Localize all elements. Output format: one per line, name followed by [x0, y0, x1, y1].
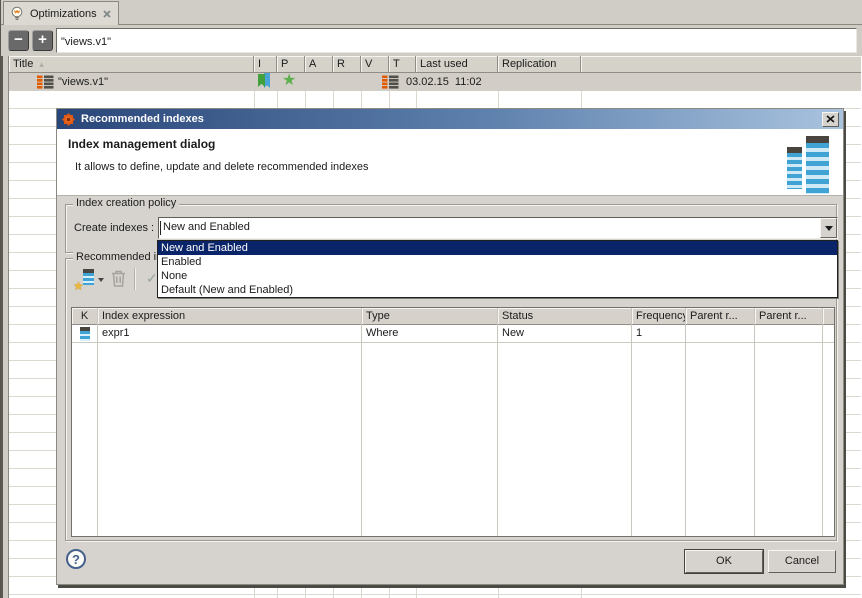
column-header-v[interactable]: V	[361, 56, 389, 73]
ok-button[interactable]: OK	[685, 550, 763, 573]
add-index-button[interactable]: ★	[74, 269, 94, 291]
bookmark-flags-icon	[257, 73, 273, 90]
help-button[interactable]: ?	[66, 549, 86, 569]
star-icon: ★	[282, 73, 296, 89]
add-filter-button[interactable]: +	[32, 30, 53, 51]
tab-strip: Optimizations	[1, 0, 862, 25]
column-header-replication[interactable]: Replication	[498, 56, 581, 73]
column-header-i[interactable]: I	[254, 56, 277, 73]
create-indexes-combobox[interactable]: New and Enabled	[158, 217, 838, 239]
create-indexes-label: Create indexes :	[74, 222, 154, 234]
col-header-type[interactable]: Type	[362, 308, 497, 325]
lightbulb-icon	[9, 6, 25, 22]
column-header-a[interactable]: A	[305, 56, 333, 73]
combobox-dropdown-button[interactable]	[820, 218, 837, 238]
recommended-indexes-group: Recommended indexes ★ ✓	[65, 258, 837, 541]
chevron-down-icon	[825, 226, 833, 235]
dropdown-option[interactable]: None	[158, 269, 837, 283]
gear-icon	[61, 112, 76, 127]
dialog-banner: Index management dialog It allows to def…	[57, 129, 843, 196]
combobox-value: New and Enabled	[163, 221, 250, 233]
col-header-k[interactable]: K	[72, 308, 97, 325]
table-icon	[37, 75, 54, 89]
grid-header: Title▴ I P A R V T Last used Replication	[9, 56, 861, 73]
tab-optimizations[interactable]: Optimizations	[3, 1, 119, 25]
index-row-status[interactable]: New	[498, 325, 631, 343]
column-header-p[interactable]: P	[277, 56, 305, 73]
remove-filter-button[interactable]: −	[8, 30, 29, 51]
index-banner-icon	[787, 132, 829, 194]
index-row-frequency[interactable]: 1	[632, 325, 685, 343]
col-header-frequency[interactable]: Frequency	[632, 308, 685, 325]
dropdown-option[interactable]: New and Enabled	[158, 241, 837, 255]
index-icon	[83, 269, 94, 285]
index-icon	[80, 327, 90, 341]
index-row-expression[interactable]: expr1	[98, 325, 361, 343]
index-row-type[interactable]: Where	[362, 325, 497, 343]
cancel-button[interactable]: Cancel	[768, 550, 836, 573]
tab-label: Optimizations	[30, 8, 97, 20]
table-row[interactable]: "views.v1" ★ 03.02.15 11:02	[9, 73, 861, 91]
dialog-heading: Index management dialog	[68, 137, 215, 151]
dialog-body: Index creation policy Create indexes : N…	[57, 197, 843, 584]
row-title: "views.v1"	[58, 76, 108, 88]
row-last-used: 03.02.15 11:02	[406, 76, 482, 88]
index-row-parent2[interactable]	[755, 325, 822, 343]
tab-close-icon[interactable]	[102, 9, 112, 19]
dropdown-option[interactable]: Default (New and Enabled)	[158, 283, 837, 297]
create-indexes-dropdown-list: New and Enabled Enabled None Default (Ne…	[157, 240, 838, 298]
close-icon	[826, 115, 835, 123]
filter-input[interactable]	[56, 28, 857, 53]
col-header-status[interactable]: Status	[498, 308, 631, 325]
column-header-t[interactable]: T	[389, 56, 416, 73]
table-icon	[382, 75, 399, 89]
toolbar-separator	[134, 268, 135, 290]
col-header-parent1[interactable]: Parent r...	[686, 308, 754, 325]
column-header-title[interactable]: Title▴	[9, 56, 254, 73]
col-header-expression[interactable]: Index expression	[98, 308, 361, 325]
dialog-close-button[interactable]	[822, 112, 839, 127]
add-index-menu-arrow[interactable]	[98, 278, 104, 285]
dialog-title: Recommended indexes	[81, 113, 204, 125]
optimizations-view: Optimizations − + Title▴ I P A R V T Las…	[0, 0, 862, 598]
recommended-indexes-dialog: Recommended indexes Index management dia…	[56, 108, 844, 585]
dialog-titlebar[interactable]: Recommended indexes	[57, 109, 843, 129]
column-header-last-used[interactable]: Last used	[416, 56, 498, 73]
column-header-r[interactable]: R	[333, 56, 361, 73]
sort-asc-icon: ▴	[39, 59, 44, 69]
index-row-key	[72, 325, 97, 343]
window-left-frame	[1, 56, 9, 598]
delete-index-button[interactable]	[109, 268, 128, 288]
indexes-table: K Index expression expr1 Type Where Stat…	[71, 307, 835, 537]
index-row-parent1[interactable]	[686, 325, 754, 343]
view-toolbar: − +	[1, 25, 862, 56]
star-badge-icon: ★	[73, 279, 84, 293]
col-header-parent2[interactable]: Parent r...	[755, 308, 822, 325]
dropdown-option[interactable]: Enabled	[158, 255, 837, 269]
apply-check-icon[interactable]: ✓	[146, 270, 158, 287]
group-label: Index creation policy	[73, 197, 179, 209]
text-caret	[160, 221, 161, 235]
dialog-description: It allows to define, update and delete r…	[75, 161, 369, 173]
